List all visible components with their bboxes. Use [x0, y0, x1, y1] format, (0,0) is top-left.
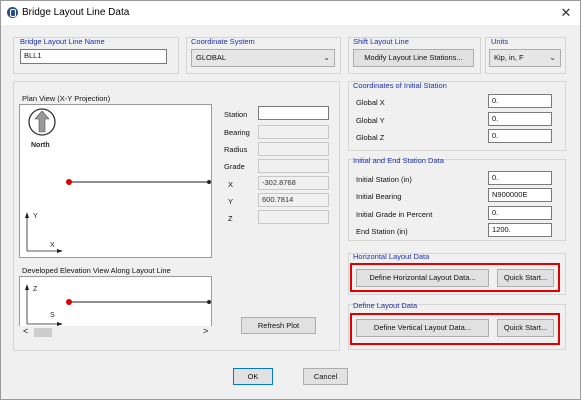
close-icon[interactable]: ✕	[557, 4, 575, 22]
z-label: Z	[228, 214, 233, 223]
bridge-layout-line-dialog: Bridge Layout Line Data ✕ Bridge Layout …	[0, 0, 581, 400]
plan-view-label: Plan View (X-Y Projection)	[22, 94, 111, 103]
profile-start-point	[66, 299, 72, 305]
layout-line-name-input[interactable]: BLL1	[20, 49, 167, 64]
units-value: Kip, in, F	[494, 53, 524, 62]
z-field	[258, 210, 329, 224]
global-x-input[interactable]: 0.	[488, 94, 552, 108]
window-title: Bridge Layout Line Data	[22, 7, 130, 18]
vertical-layout-label: Define Layout Data	[353, 301, 418, 310]
north-arrow-icon	[28, 108, 56, 136]
ok-button[interactable]: OK	[233, 368, 273, 385]
initial-bearing-input[interactable]: N900000E	[488, 188, 552, 202]
radius-label: Radius	[224, 145, 248, 154]
global-y-input[interactable]: 0.	[488, 112, 552, 126]
initial-grade-label: Initial Grade in Percent	[356, 210, 433, 219]
xy-axis-icon	[25, 212, 63, 253]
axis-z-label: Z	[33, 286, 38, 293]
global-x-label: Global X	[356, 98, 385, 107]
horizontal-layout-label: Horizontal Layout Data	[353, 252, 430, 261]
title-bar: Bridge Layout Line Data ✕	[1, 1, 580, 25]
end-station-label: End Station (in)	[356, 227, 408, 236]
north-label: North	[31, 142, 50, 149]
initial-grade-input[interactable]: 0.	[488, 206, 552, 220]
grade-label: Grade	[224, 162, 245, 171]
scroll-right-icon[interactable]: >	[203, 326, 208, 336]
station-label: Station	[224, 110, 248, 119]
axis-x-label: X	[50, 242, 55, 249]
vertical-quick-start-button[interactable]: Quick Start...	[497, 319, 554, 337]
horizontal-quick-start-button[interactable]: Quick Start...	[497, 269, 554, 287]
bearing-label: Bearing	[224, 128, 250, 137]
profile-end-point	[207, 300, 211, 304]
global-z-input[interactable]: 0.	[488, 129, 552, 143]
horizontal-scrollbar[interactable]: < >	[19, 326, 212, 339]
initial-bearing-label: Initial Bearing	[356, 192, 402, 201]
plan-view-canvas[interactable]: North Y X	[19, 104, 212, 258]
y-label: Y	[228, 197, 234, 206]
shift-layout-line-label: Shift Layout Line	[353, 37, 409, 46]
radius-field	[258, 142, 329, 156]
station-data-label: Initial and End Station Data	[353, 156, 444, 165]
x-field: -302.8768	[258, 176, 329, 190]
define-horizontal-layout-button[interactable]: Define Horizontal Layout Data...	[356, 269, 489, 287]
plan-view-drawing: North Y X	[25, 108, 211, 253]
coordinate-system-label: Coordinate System	[191, 37, 255, 46]
global-y-label: Global Y	[356, 116, 385, 125]
initial-coordinates-label: Coordinates of Initial Station	[353, 81, 447, 90]
y-field: 600.7814	[258, 193, 329, 207]
axis-s-label: S	[50, 312, 55, 319]
chevron-down-icon: ⌄	[323, 53, 330, 62]
bearing-field	[258, 125, 329, 139]
chevron-down-icon: ⌄	[549, 53, 556, 62]
layout-line-name-label: Bridge Layout Line Name	[20, 37, 105, 46]
station-input[interactable]	[258, 106, 329, 120]
initial-station-input[interactable]: 0.	[488, 171, 552, 185]
scroll-left-icon[interactable]: <	[23, 326, 28, 336]
start-point	[66, 179, 72, 185]
app-icon	[7, 7, 18, 18]
units-select[interactable]: Kip, in, F ⌄	[489, 49, 561, 67]
units-label: Units	[491, 37, 509, 46]
define-vertical-layout-button[interactable]: Define Vertical Layout Data...	[356, 319, 489, 337]
zs-axis-icon	[25, 284, 63, 326]
coordinate-system-select[interactable]: GLOBAL ⌄	[191, 49, 335, 67]
end-station-input[interactable]: 1200.	[488, 223, 552, 237]
refresh-plot-button[interactable]: Refresh Plot	[241, 317, 316, 334]
elevation-view-label: Developed Elevation View Along Layout Li…	[22, 266, 171, 275]
cancel-button[interactable]: Cancel	[303, 368, 348, 385]
axis-y-label: Y	[33, 213, 38, 220]
grade-field	[258, 159, 329, 173]
x-label: X	[228, 180, 234, 189]
global-z-label: Global Z	[356, 133, 385, 142]
modify-layout-line-stations-button[interactable]: Modify Layout Line Stations...	[353, 49, 474, 67]
scroll-thumb[interactable]	[34, 328, 52, 337]
end-point	[207, 180, 211, 184]
initial-station-label: Initial Station (in)	[356, 175, 412, 184]
coordinate-system-value: GLOBAL	[196, 53, 227, 62]
